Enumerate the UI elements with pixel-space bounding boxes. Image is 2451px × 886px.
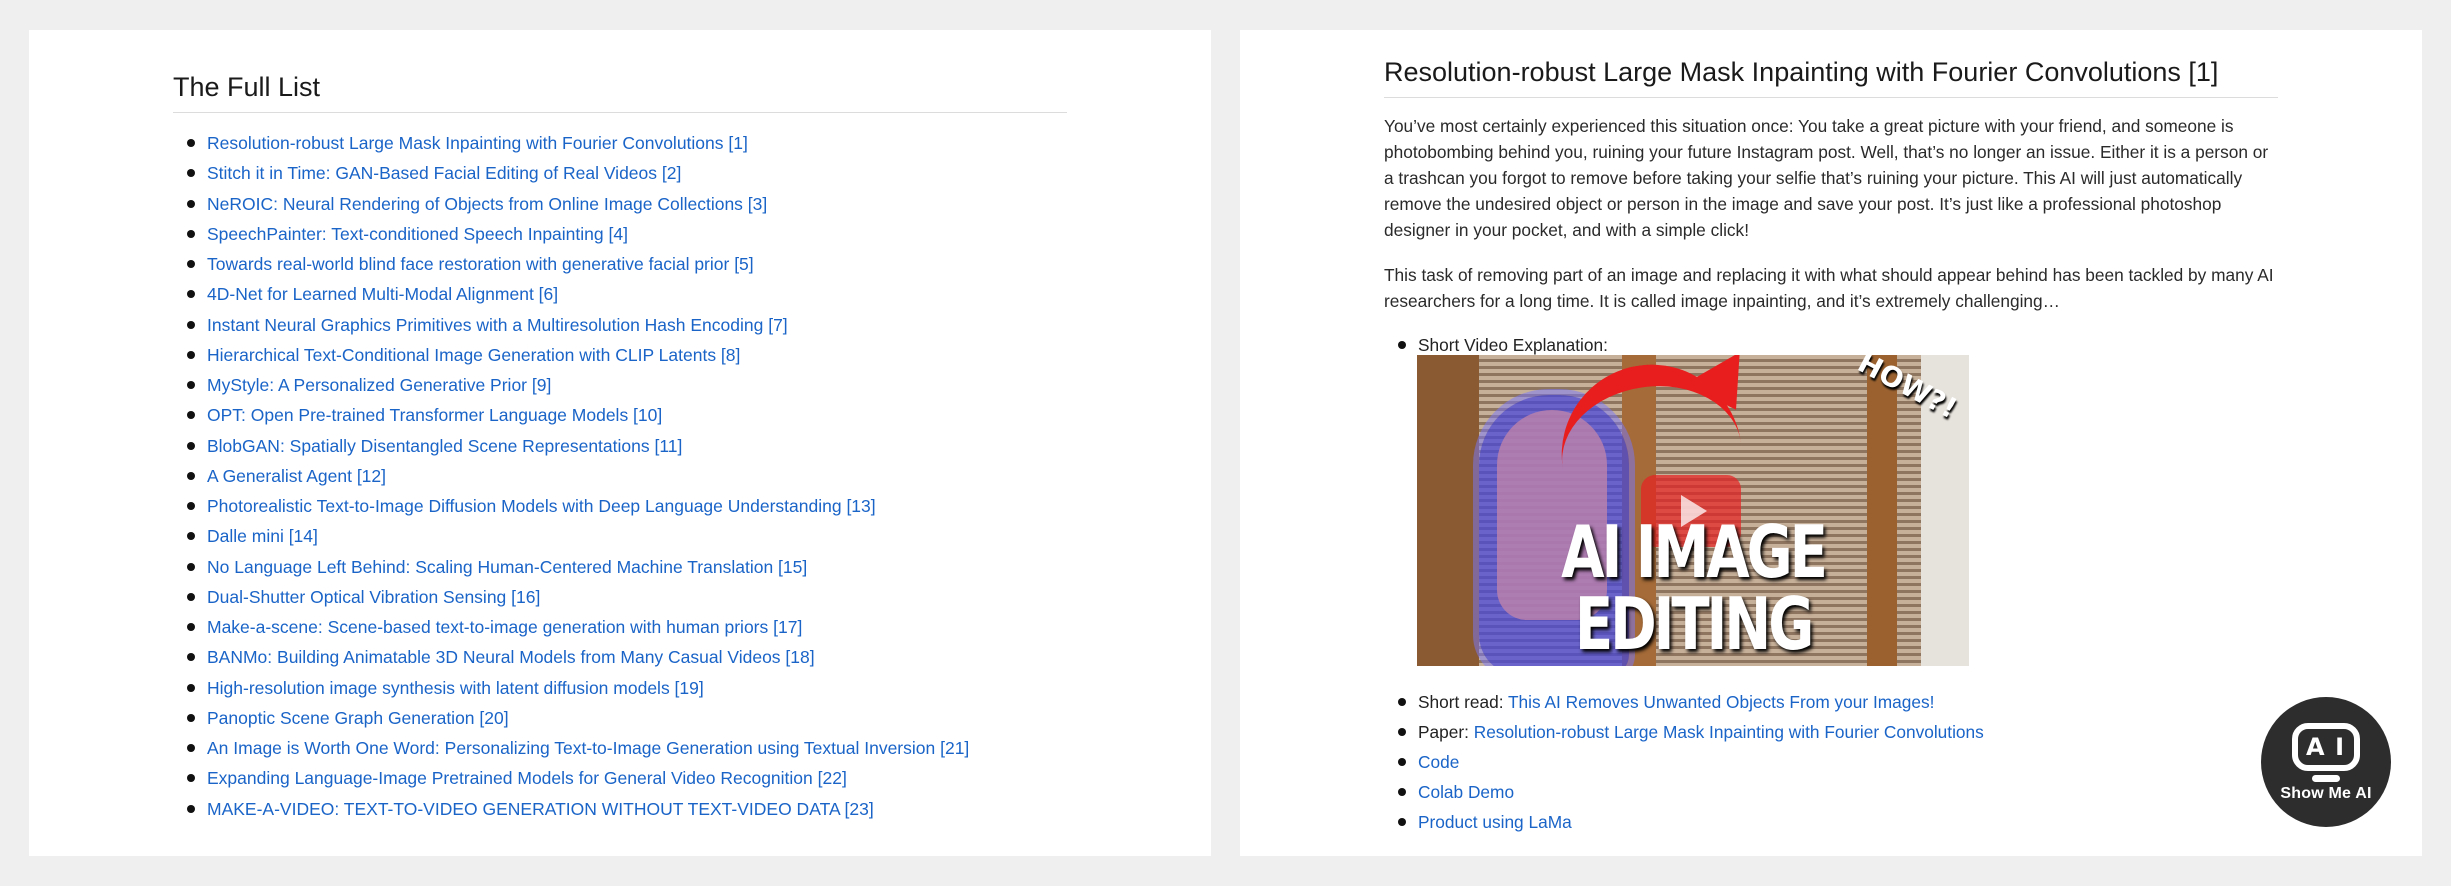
paper-link[interactable]: Towards real-world blind face restoratio… xyxy=(207,254,754,274)
video-thumbnail[interactable]: HOW?! AI IMAGE EDITING xyxy=(1417,355,1969,666)
paper-link[interactable]: MAKE-A-VIDEO: TEXT-TO-VIDEO GENERATION W… xyxy=(207,799,874,819)
list-item: An Image is Worth One Word: Personalizin… xyxy=(173,733,969,763)
list-item: Make-a-scene: Scene-based text-to-image … xyxy=(173,612,969,642)
paper-link[interactable]: BANMo: Building Animatable 3D Neural Mod… xyxy=(207,647,815,667)
short-read-label: Short read: xyxy=(1418,692,1508,712)
paper-link[interactable]: BlobGAN: Spatially Disentangled Scene Re… xyxy=(207,436,682,456)
list-item: Resolution-robust Large Mask Inpainting … xyxy=(173,128,969,158)
list-item: NeROIC: Neural Rendering of Objects from… xyxy=(173,189,969,219)
paper-link[interactable]: NeROIC: Neural Rendering of Objects from… xyxy=(207,194,767,214)
product-item: Product using LaMa xyxy=(1384,807,2279,837)
code-link[interactable]: Code xyxy=(1418,752,1459,772)
list-item: Panoptic Scene Graph Generation [20] xyxy=(173,703,969,733)
robot-face-icon: A I xyxy=(2292,723,2360,771)
robot-stand-icon xyxy=(2312,775,2340,782)
paper-link[interactable]: MyStyle: A Personalized Generative Prior… xyxy=(207,375,551,395)
full-list-panel: The Full List Resolution-robust Large Ma… xyxy=(29,30,1211,856)
code-item: Code xyxy=(1384,747,2279,777)
paper-item: Paper: Resolution-robust Large Mask Inpa… xyxy=(1384,717,2279,747)
paper-link[interactable]: Hierarchical Text-Conditional Image Gene… xyxy=(207,345,740,365)
list-item: High-resolution image synthesis with lat… xyxy=(173,673,969,703)
paper-link[interactable]: Stitch it in Time: GAN-Based Facial Edit… xyxy=(207,163,681,183)
video-label: Short Video Explanation: xyxy=(1418,335,1608,355)
intro-paragraph: You’ve most certainly experienced this s… xyxy=(1384,116,2269,240)
paper-link[interactable]: Instant Neural Graphics Primitives with … xyxy=(207,315,788,335)
paper-link[interactable]: No Language Left Behind: Scaling Human-C… xyxy=(207,557,807,577)
show-me-ai-logo[interactable]: A I Show Me AI xyxy=(2261,697,2391,827)
list-item: Towards real-world blind face restoratio… xyxy=(173,249,969,279)
list-item: SpeechPainter: Text-conditioned Speech I… xyxy=(173,219,969,249)
paper-link[interactable]: Resolution-robust Large Mask Inpainting … xyxy=(207,133,748,153)
paper-link[interactable]: 4D-Net for Learned Multi-Modal Alignment… xyxy=(207,284,558,304)
list-item: BlobGAN: Spatially Disentangled Scene Re… xyxy=(173,431,969,461)
colab-item: Colab Demo xyxy=(1384,777,2279,807)
thumbnail-caption: AI IMAGE EDITING xyxy=(1561,510,1828,666)
list-item: A Generalist Agent [12] xyxy=(173,461,969,491)
wall-segment xyxy=(1417,355,1479,666)
paper-list: Resolution-robust Large Mask Inpainting … xyxy=(173,128,969,824)
paper-link[interactable]: High-resolution image synthesis with lat… xyxy=(207,678,704,698)
robot-face-right-glyph: I xyxy=(2335,733,2344,761)
list-item: Dual-Shutter Optical Vibration Sensing [… xyxy=(173,582,969,612)
logo-text: Show Me AI xyxy=(2280,785,2372,802)
product-link[interactable]: Product using LaMa xyxy=(1418,812,1572,832)
paper-link[interactable]: Dual-Shutter Optical Vibration Sensing [… xyxy=(207,587,540,607)
paper-link[interactable]: SpeechPainter: Text-conditioned Speech I… xyxy=(207,224,628,244)
list-item: 4D-Net for Learned Multi-Modal Alignment… xyxy=(173,279,969,309)
paper-link[interactable]: Resolution-robust Large Mask Inpainting … xyxy=(1474,722,1984,742)
paper-link[interactable]: OPT: Open Pre-trained Transformer Langua… xyxy=(207,405,662,425)
paper-link[interactable]: Photorealistic Text-to-Image Diffusion M… xyxy=(207,496,876,516)
paper-link[interactable]: Panoptic Scene Graph Generation [20] xyxy=(207,708,509,728)
paper-link[interactable]: An Image is Worth One Word: Personalizin… xyxy=(207,738,969,758)
colab-demo-link[interactable]: Colab Demo xyxy=(1418,782,1514,802)
paper-link[interactable]: Make-a-scene: Scene-based text-to-image … xyxy=(207,617,802,637)
robot-face-left-glyph: A xyxy=(2306,733,2325,761)
list-item: Photorealistic Text-to-Image Diffusion M… xyxy=(173,491,969,521)
list-item: BANMo: Building Animatable 3D Neural Mod… xyxy=(173,642,969,672)
list-item: Stitch it in Time: GAN-Based Facial Edit… xyxy=(173,158,969,188)
list-item: No Language Left Behind: Scaling Human-C… xyxy=(173,552,969,582)
article-heading: Resolution-robust Large Mask Inpainting … xyxy=(1384,57,2278,98)
description-paragraph: This task of removing part of an image a… xyxy=(1384,265,2274,311)
list-item: OPT: Open Pre-trained Transformer Langua… xyxy=(173,400,969,430)
short-read-item: Short read: This AI Removes Unwanted Obj… xyxy=(1384,687,2279,717)
paper-link[interactable]: A Generalist Agent [12] xyxy=(207,466,386,486)
list-item: MyStyle: A Personalized Generative Prior… xyxy=(173,370,969,400)
paper-link[interactable]: Dalle mini [14] xyxy=(207,526,318,546)
full-list-heading: The Full List xyxy=(173,72,1067,113)
paper-link[interactable]: Expanding Language-Image Pretrained Mode… xyxy=(207,768,847,788)
paper-label: Paper: xyxy=(1418,722,1474,742)
list-item: Hierarchical Text-Conditional Image Gene… xyxy=(173,340,969,370)
list-item: MAKE-A-VIDEO: TEXT-TO-VIDEO GENERATION W… xyxy=(173,794,969,824)
list-item: Expanding Language-Image Pretrained Mode… xyxy=(173,763,969,793)
short-read-link[interactable]: This AI Removes Unwanted Objects From yo… xyxy=(1508,692,1934,712)
list-item: Dalle mini [14] xyxy=(173,521,969,551)
list-item: Instant Neural Graphics Primitives with … xyxy=(173,310,969,340)
